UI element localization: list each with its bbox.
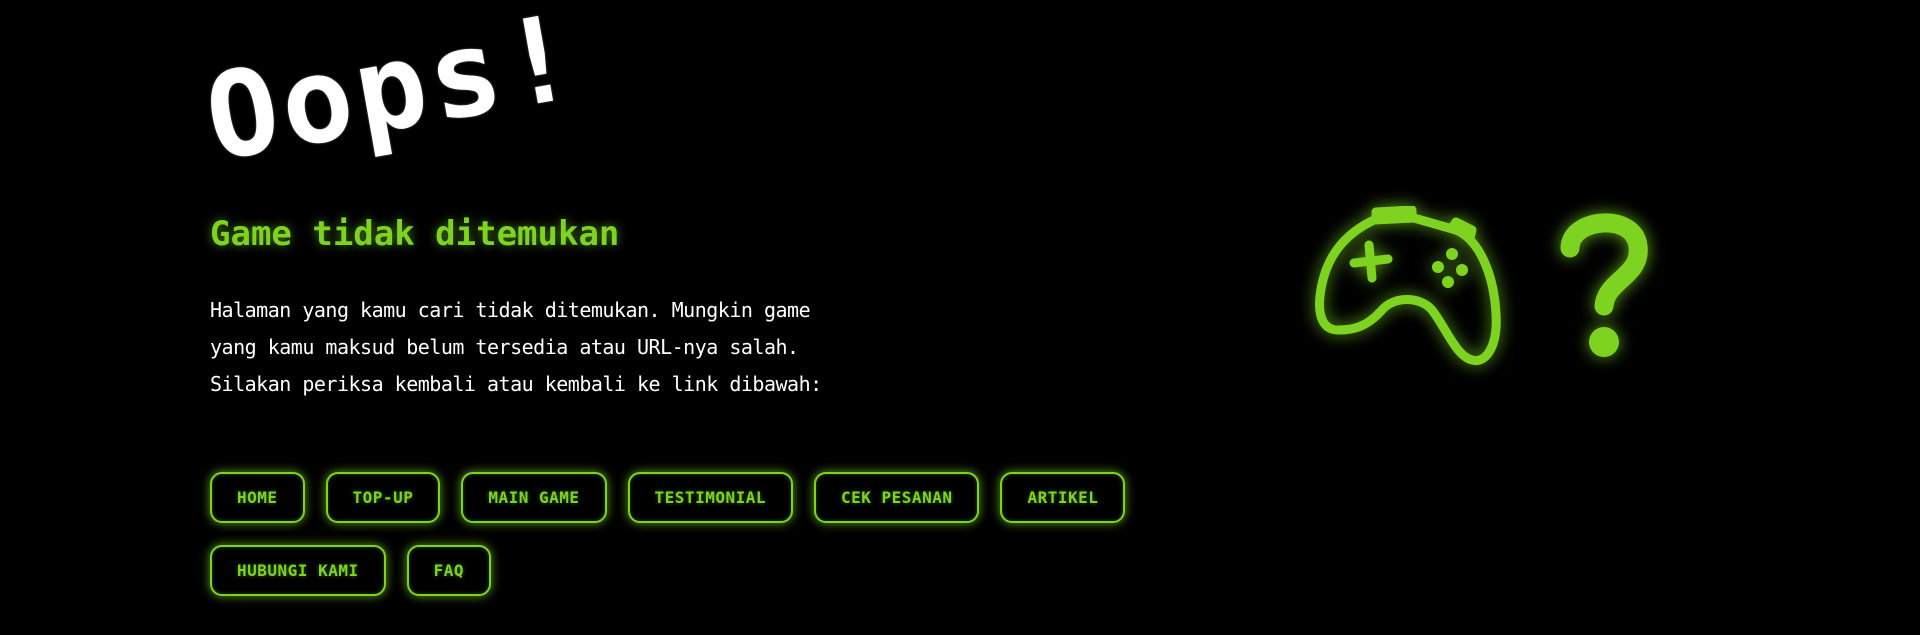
testimonial-button[interactable]: TESTIMONIAL [627,472,793,523]
home-button[interactable]: HOME [210,472,305,523]
page-subtitle: Game tidak ditemukan [210,214,620,254]
page-title: Oops! [195,0,590,188]
error-description: Halaman yang kamu cari tidak ditemukan. … [210,298,822,396]
faq-button[interactable]: FAQ [406,545,491,596]
not-found-illustration [1300,200,1670,380]
question-icon [1560,213,1648,357]
hubungi-kami-button[interactable]: HUBUNGI KAMI [210,545,386,596]
gamepad-icon [1315,206,1501,366]
topup-button[interactable]: TOP-UP [325,472,441,523]
artikel-button[interactable]: ARTIKEL [1000,472,1126,523]
cek-pesanan-button[interactable]: CEK PESANAN [814,472,980,523]
navigation-links: HOME TOP-UP MAIN GAME TESTIMONIAL CEK PE… [210,472,1210,596]
main-game-button[interactable]: MAIN GAME [461,472,607,523]
